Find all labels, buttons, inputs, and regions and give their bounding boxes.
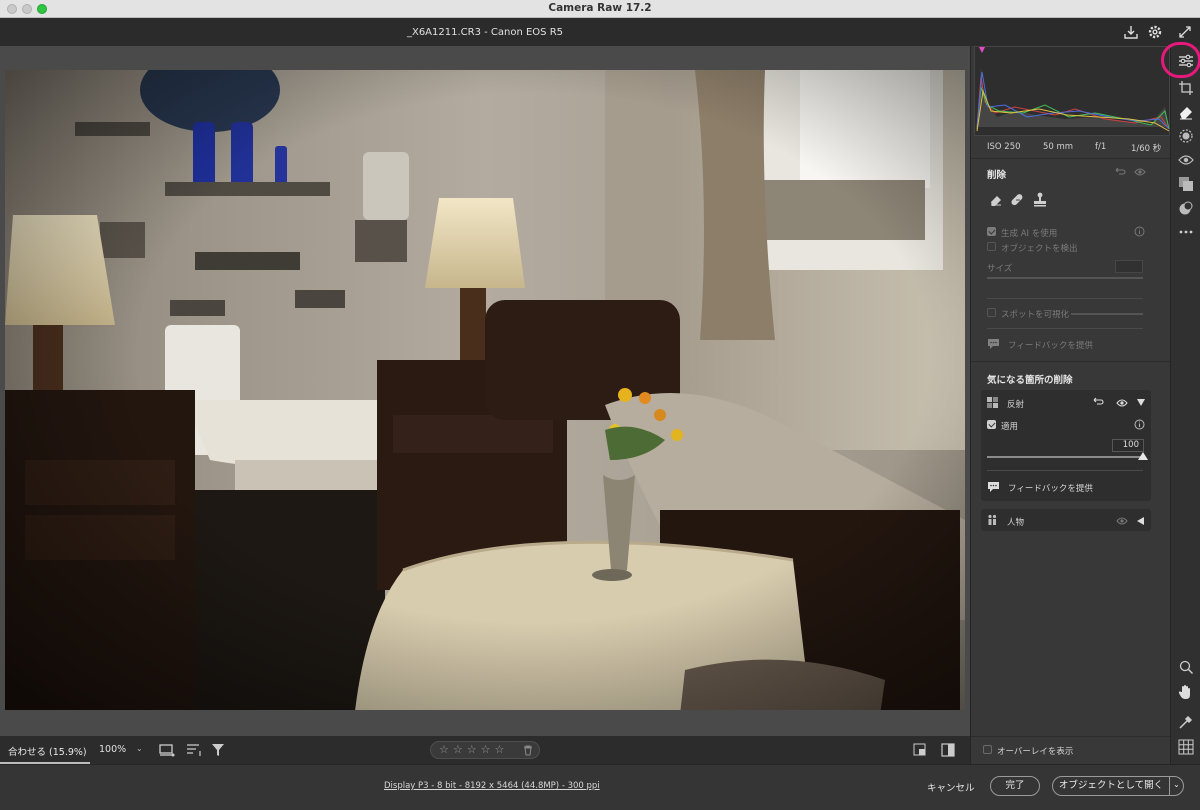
status-bar: Display P3 - 8 bit - 8192 x 5464 (44.8MP… bbox=[0, 764, 1200, 810]
people-eye-icon[interactable] bbox=[1116, 516, 1128, 526]
fit-zoom-button[interactable]: 合わせる (15.9%) bbox=[0, 736, 90, 764]
workflow-options-link[interactable]: Display P3 - 8 bit - 8192 x 5464 (44.8MP… bbox=[384, 781, 600, 791]
healing-brush-icon[interactable] bbox=[1011, 193, 1025, 207]
file-title: _X6A1211.CR3 - Canon EOS R5 bbox=[406, 27, 564, 38]
feedback-link-disabled[interactable]: フィードバックを提供 bbox=[1008, 339, 1093, 351]
toggle-view-icon[interactable] bbox=[913, 743, 927, 757]
divider bbox=[971, 736, 1171, 737]
masking-icon[interactable] bbox=[1177, 127, 1195, 145]
filmstrip-view-icon[interactable] bbox=[158, 742, 176, 758]
reflections-reset-icon[interactable] bbox=[1092, 397, 1104, 407]
clone-stamp-icon[interactable] bbox=[1033, 192, 1047, 207]
apply-info-icon[interactable] bbox=[1134, 419, 1145, 430]
meta-aperture: f/1 bbox=[1095, 142, 1107, 152]
reset-icon[interactable] bbox=[1114, 167, 1126, 177]
distractions-section-title: 気になる箇所の削除 bbox=[987, 375, 1073, 386]
cancel-button[interactable]: キャンセル bbox=[927, 780, 975, 794]
app-title: Camera Raw 17.2 bbox=[548, 2, 652, 14]
trash-icon[interactable] bbox=[523, 745, 533, 756]
reflections-icon bbox=[986, 396, 999, 409]
meta-iso: ISO 250 bbox=[987, 142, 1021, 152]
show-overlay-checkbox[interactable] bbox=[983, 745, 992, 754]
detect-objects-checkbox[interactable] bbox=[987, 242, 996, 251]
image-canvas[interactable] bbox=[0, 46, 970, 736]
gen-ai-label: 生成 AI を使用 bbox=[1001, 229, 1058, 239]
reflections-label: 反射 bbox=[1007, 400, 1025, 410]
meta-focal: 50 mm bbox=[1043, 142, 1074, 152]
shadow-clip-warning-icon bbox=[979, 47, 985, 53]
grid-overlay-icon[interactable] bbox=[1177, 738, 1195, 756]
amount-field[interactable]: 100 bbox=[1112, 439, 1144, 452]
crop-icon[interactable] bbox=[1177, 79, 1195, 97]
reflections-feedback-link[interactable]: フィードバックを提供 bbox=[1008, 482, 1093, 494]
star-icons[interactable]: ☆☆☆☆☆ bbox=[439, 743, 508, 756]
amount-slider-thumb[interactable] bbox=[1138, 452, 1148, 460]
reflections-collapse-icon[interactable] bbox=[1136, 398, 1146, 407]
reflections-feedback-icon[interactable] bbox=[987, 481, 1000, 493]
red-eye-icon[interactable] bbox=[1177, 151, 1195, 169]
hand-icon[interactable] bbox=[1177, 683, 1195, 701]
visualize-spots-slider[interactable] bbox=[1071, 313, 1143, 315]
divider bbox=[971, 158, 1171, 159]
fit-zoom-label: 合わせる (15.9%) bbox=[8, 747, 87, 758]
presets-icon[interactable] bbox=[1177, 199, 1195, 217]
visualize-spots-checkbox[interactable] bbox=[987, 308, 996, 317]
people-expand-icon[interactable] bbox=[1136, 516, 1145, 526]
filter-icon[interactable] bbox=[210, 742, 228, 758]
chevron-down-icon[interactable]: ⌄ bbox=[136, 744, 143, 753]
divider bbox=[971, 361, 1171, 362]
reflections-eye-icon[interactable] bbox=[1116, 398, 1128, 408]
people-icon bbox=[986, 514, 998, 526]
top-bar: _X6A1211.CR3 - Canon EOS R5 bbox=[0, 18, 1200, 46]
divider bbox=[987, 328, 1143, 329]
edit-sliders-icon[interactable] bbox=[1177, 52, 1195, 70]
gen-ai-checkbox[interactable] bbox=[987, 227, 996, 236]
before-after-icon[interactable] bbox=[940, 742, 956, 758]
histogram bbox=[974, 46, 1170, 136]
zoom-label: 100% bbox=[99, 744, 127, 755]
size-value-field[interactable] bbox=[1115, 260, 1143, 273]
size-slider[interactable] bbox=[987, 277, 1143, 279]
edit-panel: ISO 250 50 mm f/1 1/60 秒 削除 生成 AI を使用 オブ… bbox=[970, 46, 1171, 764]
info-icon[interactable] bbox=[1134, 226, 1145, 237]
eraser-icon[interactable] bbox=[989, 193, 1003, 207]
open-options-chevron-icon[interactable]: ⌄ bbox=[1169, 777, 1183, 795]
meta-shutter: 1/60 秒 bbox=[1131, 144, 1162, 154]
zoom-icon[interactable] bbox=[1177, 658, 1195, 676]
apply-checkbox[interactable] bbox=[987, 420, 996, 429]
visualize-spots-label: スポットを可視化 bbox=[1001, 310, 1070, 320]
done-button[interactable]: 完了 bbox=[990, 776, 1040, 796]
remove-section-title: 削除 bbox=[987, 170, 1007, 181]
tool-strip bbox=[1161, 42, 1200, 764]
divider bbox=[987, 298, 1143, 299]
divider bbox=[987, 470, 1143, 471]
amount-slider[interactable] bbox=[987, 456, 1143, 458]
zoom-100-button[interactable]: 100% ⌄ bbox=[90, 736, 148, 764]
remove-eraser-icon[interactable] bbox=[1177, 103, 1195, 121]
color-sampler-icon[interactable] bbox=[1177, 713, 1195, 731]
sort-icon[interactable] bbox=[185, 742, 203, 758]
gear-icon[interactable] bbox=[1146, 23, 1164, 41]
open-object-label: オブジェクトとして開く bbox=[1058, 780, 1164, 791]
people-label: 人物 bbox=[1007, 518, 1025, 528]
save-image-icon[interactable] bbox=[1122, 23, 1140, 41]
visibility-eye-icon[interactable] bbox=[1134, 167, 1146, 177]
show-overlay-label: オーバーレイを表示 bbox=[997, 747, 1074, 757]
more-options-icon[interactable] bbox=[1177, 223, 1195, 241]
window-titlebar: Camera Raw 17.2 bbox=[0, 0, 1200, 18]
photo-preview[interactable] bbox=[5, 70, 965, 710]
snapshots-icon[interactable] bbox=[1177, 175, 1195, 193]
feedback-icon[interactable] bbox=[987, 338, 1000, 350]
apply-label: 適用 bbox=[1001, 422, 1019, 432]
open-object-button[interactable]: オブジェクトとして開く ⌄ bbox=[1052, 776, 1184, 796]
detect-objects-label: オブジェクトを検出 bbox=[1001, 244, 1078, 254]
bottom-toolbar: 合わせる (15.9%) 100% ⌄ ☆☆☆☆☆ bbox=[0, 736, 970, 764]
rating-stars[interactable]: ☆☆☆☆☆ bbox=[430, 741, 540, 759]
fullscreen-icon[interactable] bbox=[1176, 23, 1194, 41]
size-label: サイズ bbox=[987, 264, 1013, 274]
